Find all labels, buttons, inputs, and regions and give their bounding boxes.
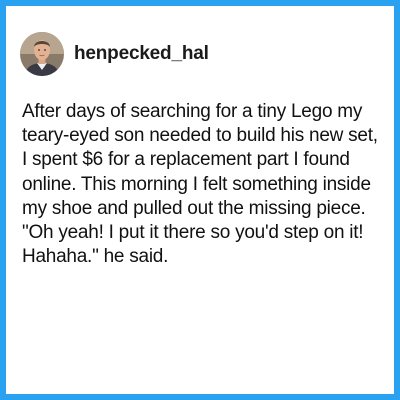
user-avatar[interactable] (20, 32, 64, 76)
username[interactable]: henpecked_hal (74, 43, 209, 65)
post-body-text: After days of searching for a tiny Lego … (22, 101, 378, 268)
post-header: henpecked_hal (20, 32, 209, 76)
user-photo-icon (20, 32, 64, 76)
post-card: henpecked_hal After days of searching fo… (6, 6, 394, 394)
